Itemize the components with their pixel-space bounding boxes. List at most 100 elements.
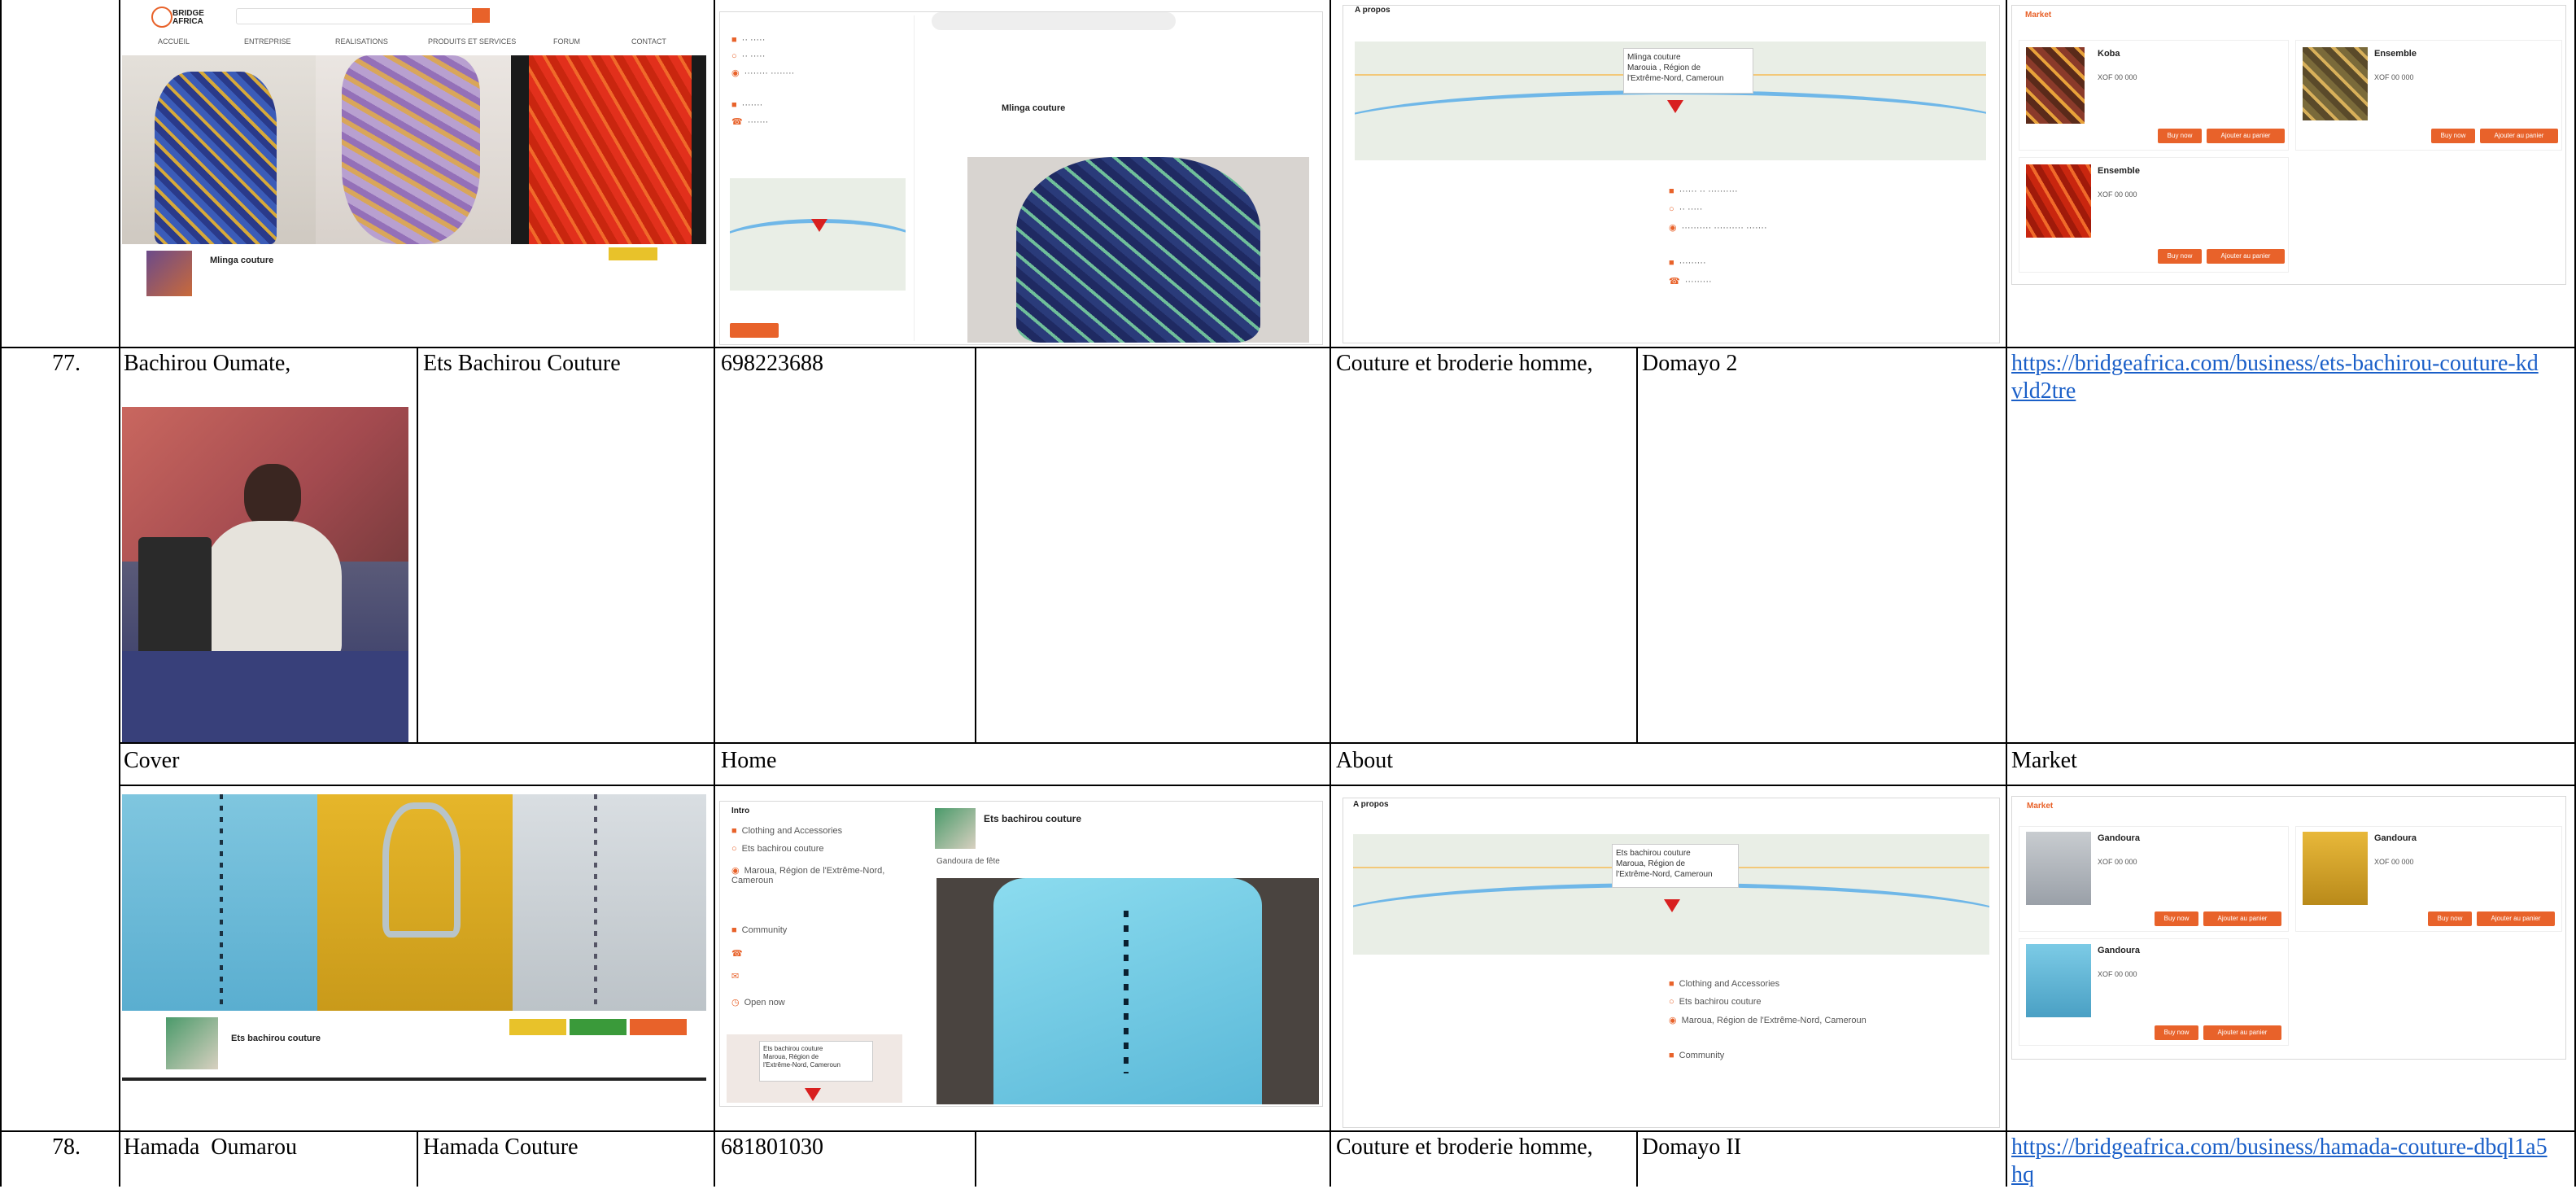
market-title: Market (2025, 11, 2052, 20)
about-map: Ets bachirou couture Maroua, Région de l… (1353, 834, 1989, 955)
map-info-card: Ets bachirou couture Maroua, Région de l… (1612, 844, 1739, 888)
label-market: Market (2011, 748, 2077, 773)
row-number: 77. (52, 351, 81, 376)
phone-icon: ☎ (731, 949, 743, 959)
about-map: Mlinga couture Marouia , Région de l'Ext… (1355, 42, 1986, 160)
buy-now-button[interactable]: Buy now (2155, 911, 2198, 926)
post-image (937, 878, 1319, 1104)
post-image (967, 157, 1309, 343)
table-col-divider (417, 348, 418, 742)
about-item: ○ Ets bachirou couture (1669, 997, 1762, 1007)
table-row-divider (0, 1130, 2576, 1132)
about-title: A propos (1355, 6, 1391, 15)
table-border-left (0, 0, 2, 1187)
intro-item: ○ Ets bachirou couture (731, 844, 824, 854)
nav-item[interactable]: REALISATIONS (335, 37, 388, 46)
about-item: ■ Clothing and Accessories (1669, 979, 1780, 989)
search-button[interactable] (472, 8, 490, 23)
product-card[interactable]: Gandoura XOF 00 000 Buy now Ajouter au p… (2019, 826, 2289, 932)
intro-map: Ets bachirou couture Maroua, Région de l… (727, 1034, 902, 1103)
action-button[interactable] (730, 323, 779, 338)
product-price: XOF 00 000 (2098, 73, 2137, 81)
product-image (2026, 47, 2085, 124)
product-price: XOF 00 000 (2098, 970, 2137, 978)
post-caption: Gandoura de fête (937, 857, 1000, 866)
nav-item[interactable]: ACCUEIL (158, 37, 190, 46)
activity: Couture et broderie homme, (1336, 1134, 1593, 1160)
business-name: Hamada Couture (423, 1134, 579, 1160)
home-screenshot: ■ ·· ····· ○ ·· ····· ◉ ········ ········ ■… (719, 11, 1323, 345)
logo-text: BRIDGE AFRICA (172, 9, 204, 26)
label-cover: Cover (124, 748, 180, 773)
table-col-divider (119, 0, 120, 1187)
label-home: Home (721, 748, 777, 773)
phone-number: 698223688 (721, 351, 823, 376)
add-to-cart-button[interactable]: Ajouter au panier (2203, 911, 2281, 926)
cover-image (122, 794, 706, 1011)
follow-button[interactable] (609, 247, 657, 260)
about-item: ◉ Maroua, Région de l'Extrême-Nord, Camer… (1669, 1016, 1867, 1025)
product-name: Gandoura (2098, 946, 2140, 955)
product-name: Koba (2098, 49, 2120, 59)
avatar (164, 1016, 220, 1071)
nav-item[interactable]: ENTREPRISE (244, 37, 291, 46)
business-link[interactable]: https://bridgeafrica.com/business/hamada… (2011, 1134, 2548, 1189)
product-price: XOF 00 000 (2098, 858, 2137, 866)
product-image (2303, 47, 2368, 120)
phone-number: 681801030 (721, 1134, 823, 1160)
table-row-divider (119, 785, 2576, 786)
nav-item[interactable]: PRODUITS ET SERVICES (428, 37, 516, 46)
search-input[interactable] (236, 8, 474, 24)
market-screenshot: Market Koba XOF 00 000 Buy now Ajouter a… (2011, 5, 2566, 285)
buy-now-button[interactable]: Buy now (2428, 911, 2472, 926)
location: Domayo II (1642, 1134, 1742, 1160)
business-name: Ets Bachirou Couture (423, 351, 621, 376)
map-info-card: Ets bachirou couture Maroua, Région de l… (759, 1041, 873, 1082)
business-link[interactable]: https://bridgeafrica.com/business/ets-ba… (2011, 350, 2548, 405)
business-title: Mlinga couture (210, 256, 274, 265)
table-col-divider (1636, 348, 1638, 742)
nav-item[interactable]: FORUM (553, 37, 580, 46)
direction-button[interactable] (630, 1019, 687, 1035)
buy-now-button[interactable]: Buy now (2431, 129, 2475, 143)
add-to-cart-button[interactable]: Ajouter au panier (2477, 911, 2555, 926)
product-price: XOF 00 000 (2374, 73, 2414, 81)
table-col-divider (2006, 0, 2007, 1187)
owner-photo (122, 407, 408, 742)
avatar (145, 249, 194, 298)
add-to-cart-button[interactable]: Ajouter au panier (2480, 129, 2558, 143)
owner-name: Hamada Oumarou (124, 1134, 298, 1160)
community-button[interactable] (509, 1019, 566, 1035)
product-card[interactable]: Ensemble XOF 00 000 Buy now Ajouter au p… (2019, 157, 2289, 273)
intro-map (730, 178, 906, 291)
table-col-divider (975, 348, 976, 742)
intro-panel: Intro ■ Clothing and Accessories ○ Ets bac… (723, 802, 909, 1103)
cover-screenshot: BRIDGE AFRICA ACCUEIL ENTREPRISE REALISA… (122, 3, 706, 342)
mail-icon: ✉ (731, 972, 740, 981)
product-image (2303, 832, 2368, 905)
buy-now-button[interactable]: Buy now (2158, 129, 2202, 143)
post-composer[interactable] (932, 12, 1176, 30)
product-card[interactable]: Gandoura XOF 00 000 Buy now Ajouter au p… (2019, 938, 2289, 1046)
product-card[interactable]: Koba XOF 00 000 Buy now Ajouter au panie… (2019, 40, 2289, 151)
product-name: Ensemble (2374, 49, 2417, 59)
nav-item[interactable]: CONTACT (631, 37, 666, 46)
home-screenshot: Intro ■ Clothing and Accessories ○ Ets bac… (719, 801, 1323, 1107)
owner-name: Bachirou Oumate, (124, 351, 291, 376)
post-avatar (935, 808, 976, 849)
map-info-card: Mlinga couture Marouia , Région de l'Ext… (1623, 48, 1753, 94)
product-card[interactable]: Gandoura XOF 00 000 Buy now Ajouter au p… (2295, 826, 2562, 932)
product-price: XOF 00 000 (2374, 858, 2414, 866)
intro-item: ■ Community (731, 925, 788, 935)
intro-panel: ■ ·· ····· ○ ·· ····· ◉ ········ ········ ■… (723, 15, 915, 341)
add-to-cart-button[interactable]: Ajouter au panier (2203, 1025, 2281, 1040)
buy-now-button[interactable]: Buy now (2155, 1025, 2198, 1040)
row-number: 78. (52, 1134, 81, 1160)
message-button[interactable] (570, 1019, 627, 1035)
product-card[interactable]: Ensemble XOF 00 000 Buy now Ajouter au p… (2295, 40, 2562, 151)
add-to-cart-button[interactable]: Ajouter au panier (2207, 249, 2285, 264)
cover-image (122, 55, 706, 244)
add-to-cart-button[interactable]: Ajouter au panier (2207, 129, 2285, 143)
buy-now-button[interactable]: Buy now (2158, 249, 2202, 264)
activity: Couture et broderie homme, (1336, 351, 1593, 376)
